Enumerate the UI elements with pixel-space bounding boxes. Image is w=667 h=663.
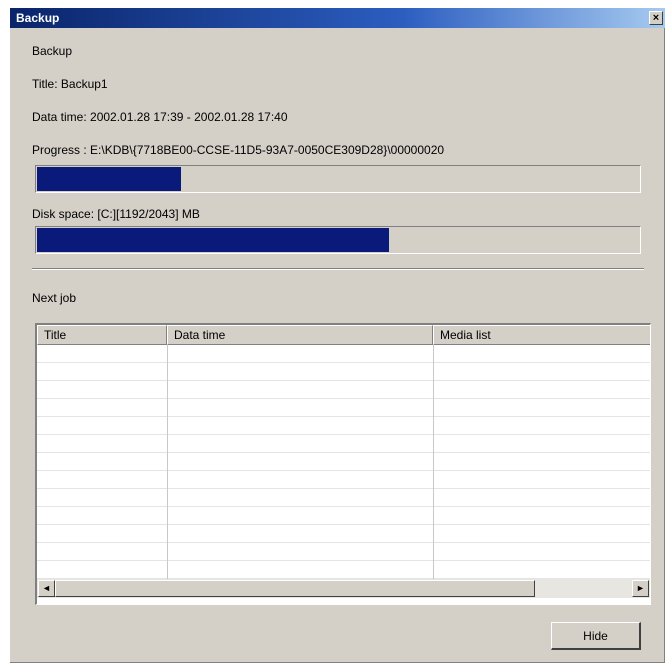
title-bar[interactable]: Backup × xyxy=(10,8,665,28)
disk-space-label: Disk space: [C:][1192/2043] MB xyxy=(32,207,200,221)
table-row[interactable] xyxy=(37,561,650,579)
list-rows xyxy=(37,345,650,579)
table-row[interactable] xyxy=(37,507,650,525)
table-row[interactable] xyxy=(37,525,650,543)
horizontal-scrollbar[interactable]: ◄ ► xyxy=(37,579,650,598)
table-row[interactable] xyxy=(37,381,650,399)
backup-heading: Backup xyxy=(32,44,73,58)
table-row[interactable] xyxy=(37,543,650,561)
separator xyxy=(32,268,644,270)
table-row[interactable] xyxy=(37,489,650,507)
next-job-label: Next job xyxy=(32,291,77,305)
data-time-label: Data time: 2002.01.28 17:39 - 2002.01.28… xyxy=(32,110,288,124)
column-divider xyxy=(167,345,168,579)
table-row[interactable] xyxy=(37,453,650,471)
table-row[interactable] xyxy=(37,435,650,453)
close-icon[interactable]: × xyxy=(649,11,663,25)
progress-bar xyxy=(35,165,641,193)
progress-label: Progress : E:\KDB\{7718BE00-CCSE-11D5-93… xyxy=(32,143,445,157)
progress-bar-fill xyxy=(37,167,181,191)
column-header-title[interactable]: Title xyxy=(37,325,167,345)
scroll-right-icon[interactable]: ► xyxy=(632,580,649,597)
window-title: Backup xyxy=(16,11,60,25)
table-row[interactable] xyxy=(37,363,650,381)
scrollbar-thumb[interactable] xyxy=(55,580,535,597)
column-divider xyxy=(433,345,434,579)
list-header: Title Data time Media list xyxy=(37,325,650,345)
backup-window: Backup × Backup Title: Backup1 Data time… xyxy=(10,8,665,663)
column-header-media-list[interactable]: Media list xyxy=(433,325,650,345)
disk-space-bar-fill xyxy=(37,228,389,252)
table-row[interactable] xyxy=(37,471,650,489)
hide-button[interactable]: Hide xyxy=(551,622,641,650)
table-row[interactable] xyxy=(37,417,650,435)
job-title-label: Title: Backup1 xyxy=(32,77,108,91)
table-row[interactable] xyxy=(37,399,650,417)
table-row[interactable] xyxy=(37,345,650,363)
scroll-left-icon[interactable]: ◄ xyxy=(38,580,55,597)
column-header-data-time[interactable]: Data time xyxy=(167,325,433,345)
next-job-list[interactable]: Title Data time Media list ◄ ► xyxy=(35,323,651,605)
disk-space-bar xyxy=(35,226,641,254)
